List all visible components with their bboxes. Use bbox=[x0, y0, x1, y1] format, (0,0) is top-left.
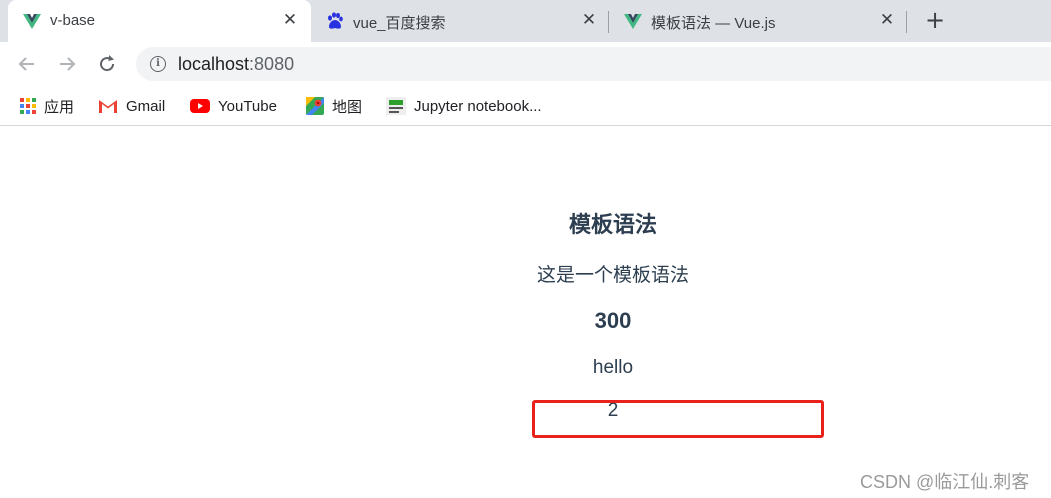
bookmark-apps[interactable]: 应用 bbox=[20, 95, 74, 117]
back-arrow-icon[interactable] bbox=[15, 52, 39, 76]
bookmark-label: Gmail bbox=[126, 97, 166, 115]
tab-close-icon[interactable]: ✕ bbox=[280, 10, 300, 30]
highlight-annotation-box bbox=[532, 400, 824, 438]
tab-close-icon[interactable]: ✕ bbox=[877, 10, 897, 30]
tab-separator bbox=[906, 11, 907, 33]
new-tab-plus-icon[interactable]: + bbox=[922, 8, 948, 34]
bookmark-maps[interactable]: 地图 bbox=[306, 95, 362, 117]
youtube-icon bbox=[190, 99, 210, 113]
page-content: 模板语法 这是一个模板语法 300 hello 2 CSDN @临江仙.刺客 bbox=[0, 127, 1051, 498]
page-heading: 模板语法 bbox=[568, 212, 658, 237]
url-port: :8080 bbox=[249, 54, 295, 74]
bookmarks-bar: 应用 Gmail YouTube 地图 Jupyter notebook... bbox=[0, 86, 1051, 126]
jupyter-icon bbox=[386, 97, 406, 115]
vue-logo-icon bbox=[23, 14, 41, 29]
bookmark-label: YouTube bbox=[218, 97, 277, 115]
bookmark-label: 应用 bbox=[44, 98, 75, 116]
watermark-text: CSDN @临江仙.刺客 bbox=[860, 472, 1030, 492]
browser-toolbar: i localhost:8080 bbox=[0, 42, 1051, 86]
number-heading: 300 bbox=[594, 308, 632, 333]
tab-strip: v-base ✕ vue_百度搜索 ✕ 模板语法 — Vue.js ✕ + bbox=[0, 0, 1051, 42]
reload-icon[interactable] bbox=[95, 52, 119, 76]
tab-title: 模板语法 — Vue.js bbox=[651, 15, 776, 32]
hello-text: hello bbox=[592, 357, 634, 378]
tab-v-base[interactable]: v-base ✕ bbox=[8, 0, 311, 42]
url-text[interactable]: localhost:8080 bbox=[178, 54, 294, 75]
bookmark-youtube[interactable]: YouTube bbox=[190, 95, 277, 117]
apps-grid-icon bbox=[20, 98, 36, 114]
tab-vue-docs[interactable]: 模板语法 — Vue.js ✕ bbox=[609, 0, 905, 42]
gmail-icon bbox=[98, 99, 118, 113]
bookmark-label: 地图 bbox=[332, 98, 363, 116]
tab-title: v-base bbox=[50, 12, 96, 29]
description-text: 这是一个模板语法 bbox=[536, 265, 690, 286]
site-info-icon[interactable]: i bbox=[150, 56, 166, 72]
bookmark-label: Jupyter notebook... bbox=[414, 97, 542, 115]
url-host: localhost bbox=[178, 54, 250, 74]
address-bar[interactable]: i localhost:8080 bbox=[136, 47, 1051, 81]
vue-logo-icon bbox=[624, 14, 642, 29]
tab-baidu-search[interactable]: vue_百度搜索 ✕ bbox=[311, 0, 607, 42]
tab-title: vue_百度搜索 bbox=[353, 15, 446, 32]
bookmark-gmail[interactable]: Gmail bbox=[98, 95, 165, 117]
bookmark-jupyter[interactable]: Jupyter notebook... bbox=[386, 95, 542, 117]
forward-arrow-icon[interactable] bbox=[55, 52, 79, 76]
baidu-paw-icon bbox=[328, 12, 343, 29]
tab-close-icon[interactable]: ✕ bbox=[579, 10, 599, 30]
maps-icon bbox=[306, 97, 324, 115]
